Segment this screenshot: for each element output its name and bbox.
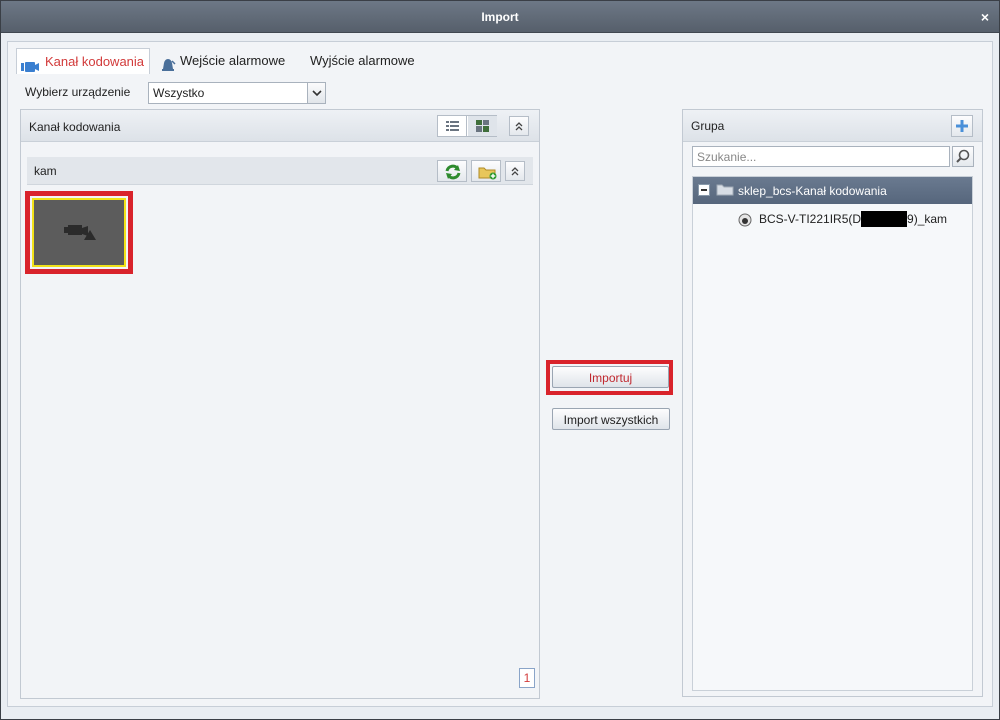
tab-alarm-input[interactable]: Wejście alarmowe: [156, 48, 285, 74]
channel-name-suffix: 9)_kam: [907, 212, 948, 226]
refresh-icon[interactable]: [437, 160, 467, 182]
tab-label: Kanał kodowania: [45, 54, 145, 69]
tab-alarm-output[interactable]: Wyjście alarmowe: [310, 48, 415, 74]
chevron-down-icon[interactable]: [307, 83, 325, 103]
channel-thumbnail-highlight: [25, 191, 133, 274]
tree-root-node[interactable]: sklep_bcs-Kanał kodowania: [693, 177, 972, 204]
channel-name-prefix: BCS-V-TI221IR5(D: [759, 212, 862, 226]
device-label: Wybierz urządzenie: [25, 85, 131, 99]
dome-camera-icon: [738, 213, 752, 230]
tree-child-label: BCS-V-TI221IR5(D 9)_kam: [759, 210, 948, 227]
tab-label: Wyjście alarmowe: [310, 53, 415, 68]
close-button[interactable]: ×: [977, 1, 993, 33]
tree-root-label: sklep_bcs-Kanał kodowania: [738, 184, 887, 198]
device-group-bar: kam: [27, 157, 533, 185]
collapse-node-icon[interactable]: [698, 184, 710, 196]
camera-icon: [21, 56, 39, 82]
source-panel-title: Kanał kodowania: [29, 120, 121, 134]
dialog-content: Kanał kodowania Wejście alarmowe Wyjście…: [7, 41, 993, 707]
collapse-up-icon[interactable]: [509, 116, 529, 136]
page-number[interactable]: 1: [519, 668, 535, 688]
grid-view-icon[interactable]: [468, 116, 497, 136]
search-icon[interactable]: [952, 146, 974, 167]
redaction-block: [861, 210, 908, 227]
folder-icon: [716, 182, 734, 199]
list-view-icon[interactable]: [438, 116, 467, 136]
add-group-icon[interactable]: [951, 115, 973, 137]
group-panel: Grupa sklep_bcs-Kanał kodowania: [682, 109, 983, 697]
search-input[interactable]: [693, 147, 943, 166]
source-channel-panel: Kanał kodowania kam 1: [20, 109, 540, 699]
view-mode-toggle: [437, 115, 497, 137]
import-button[interactable]: Importuj: [552, 366, 669, 388]
tab-encoding-channel[interactable]: Kanał kodowania: [16, 48, 150, 74]
import-dialog: Import × Kanał kodowania Wejście alarmow…: [0, 0, 1000, 720]
alarm-bell-icon: [160, 55, 176, 81]
collapse-group-icon[interactable]: [505, 161, 525, 181]
add-folder-icon[interactable]: [471, 160, 501, 182]
search-box: [692, 146, 950, 167]
import-all-button[interactable]: Import wszystkich: [552, 408, 670, 430]
camera-offline-icon: [34, 225, 128, 272]
group-panel-title: Grupa: [691, 119, 725, 133]
device-select[interactable]: Wszystko: [148, 82, 326, 104]
device-select-value: Wszystko: [153, 86, 205, 100]
dialog-title: Import: [481, 10, 519, 24]
group-tree: sklep_bcs-Kanał kodowania BCS-V-TI221IR5…: [692, 176, 973, 691]
group-panel-header: Grupa: [683, 110, 982, 142]
tab-label: Wejście alarmowe: [180, 53, 286, 68]
group-name: kam: [34, 164, 57, 178]
dialog-titlebar: Import ×: [1, 1, 999, 33]
channel-thumbnail[interactable]: [32, 198, 126, 267]
source-panel-header: Kanał kodowania: [21, 110, 539, 142]
